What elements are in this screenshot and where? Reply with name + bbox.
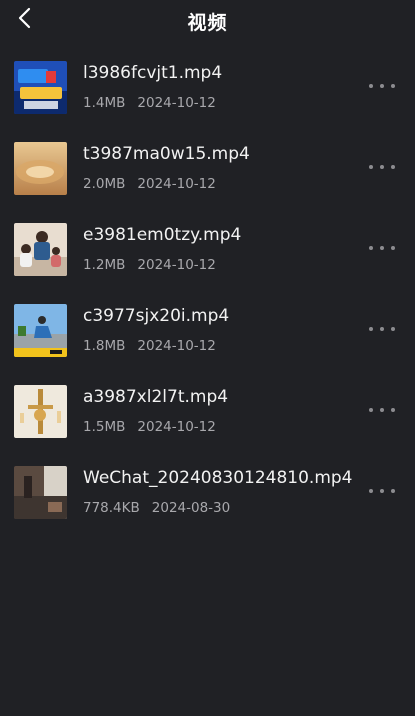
more-options-button[interactable] <box>369 400 395 420</box>
video-thumbnail[interactable] <box>14 61 67 114</box>
file-date: 2024-08-30 <box>151 500 231 516</box>
file-size: 778.4KB <box>83 500 140 516</box>
more-horizontal-icon <box>369 489 395 493</box>
file-name: l3986fcvjt1.mp4 <box>83 63 223 83</box>
file-date: 2024-10-12 <box>137 176 216 192</box>
more-horizontal-icon <box>369 246 395 250</box>
more-options-button[interactable] <box>369 76 395 96</box>
list-item[interactable]: e3981em0tzy.mp4 1.2MB 2024-10-12 <box>0 202 415 283</box>
file-date: 2024-10-12 <box>137 257 216 273</box>
file-name: a3987xl2l7t.mp4 <box>83 387 229 407</box>
file-meta: 778.4KB 2024-08-30 <box>83 500 230 516</box>
file-size: 1.4MB <box>83 95 126 111</box>
file-date: 2024-10-12 <box>137 95 216 111</box>
file-meta: 2.0MB 2024-10-12 <box>83 176 216 192</box>
more-horizontal-icon <box>369 327 395 331</box>
list-item[interactable]: t3987ma0w15.mp4 2.0MB 2024-10-12 <box>0 121 415 202</box>
file-date: 2024-10-12 <box>137 419 216 435</box>
file-name: c3977sjx20i.mp4 <box>83 306 230 326</box>
file-meta: 1.4MB 2024-10-12 <box>83 95 216 111</box>
video-thumbnail[interactable] <box>14 142 67 195</box>
more-options-button[interactable] <box>369 238 395 258</box>
more-options-button[interactable] <box>369 481 395 501</box>
file-meta: 1.8MB 2024-10-12 <box>83 338 216 354</box>
more-options-button[interactable] <box>369 319 395 339</box>
more-horizontal-icon <box>369 408 395 412</box>
file-date: 2024-10-12 <box>137 338 216 354</box>
video-thumbnail[interactable] <box>14 223 67 276</box>
video-thumbnail[interactable] <box>14 466 67 519</box>
page-title: 视频 <box>187 12 228 34</box>
video-list: l3986fcvjt1.mp4 1.4MB 2024-10-12 t3987ma… <box>0 40 415 526</box>
video-thumbnail[interactable] <box>14 304 67 357</box>
list-item[interactable]: l3986fcvjt1.mp4 1.4MB 2024-10-12 <box>0 40 415 121</box>
list-item[interactable]: c3977sjx20i.mp4 1.8MB 2024-10-12 <box>0 283 415 364</box>
header-bar: 视频 <box>0 0 415 40</box>
file-size: 2.0MB <box>83 176 126 192</box>
more-horizontal-icon <box>369 84 395 88</box>
video-thumbnail[interactable] <box>14 385 67 438</box>
list-item[interactable]: a3987xl2l7t.mp4 1.5MB 2024-10-12 <box>0 364 415 445</box>
file-meta: 1.2MB 2024-10-12 <box>83 257 216 273</box>
file-size: 1.5MB <box>83 419 126 435</box>
file-name: t3987ma0w15.mp4 <box>83 144 250 164</box>
file-name: WeChat_20240830124810.mp4 <box>83 468 353 488</box>
file-size: 1.8MB <box>83 338 126 354</box>
file-meta: 1.5MB 2024-10-12 <box>83 419 216 435</box>
file-size: 1.2MB <box>83 257 126 273</box>
list-item[interactable]: WeChat_20240830124810.mp4 778.4KB 2024-08… <box>0 445 415 526</box>
file-name: e3981em0tzy.mp4 <box>83 225 242 245</box>
more-options-button[interactable] <box>369 157 395 177</box>
more-horizontal-icon <box>369 165 395 169</box>
